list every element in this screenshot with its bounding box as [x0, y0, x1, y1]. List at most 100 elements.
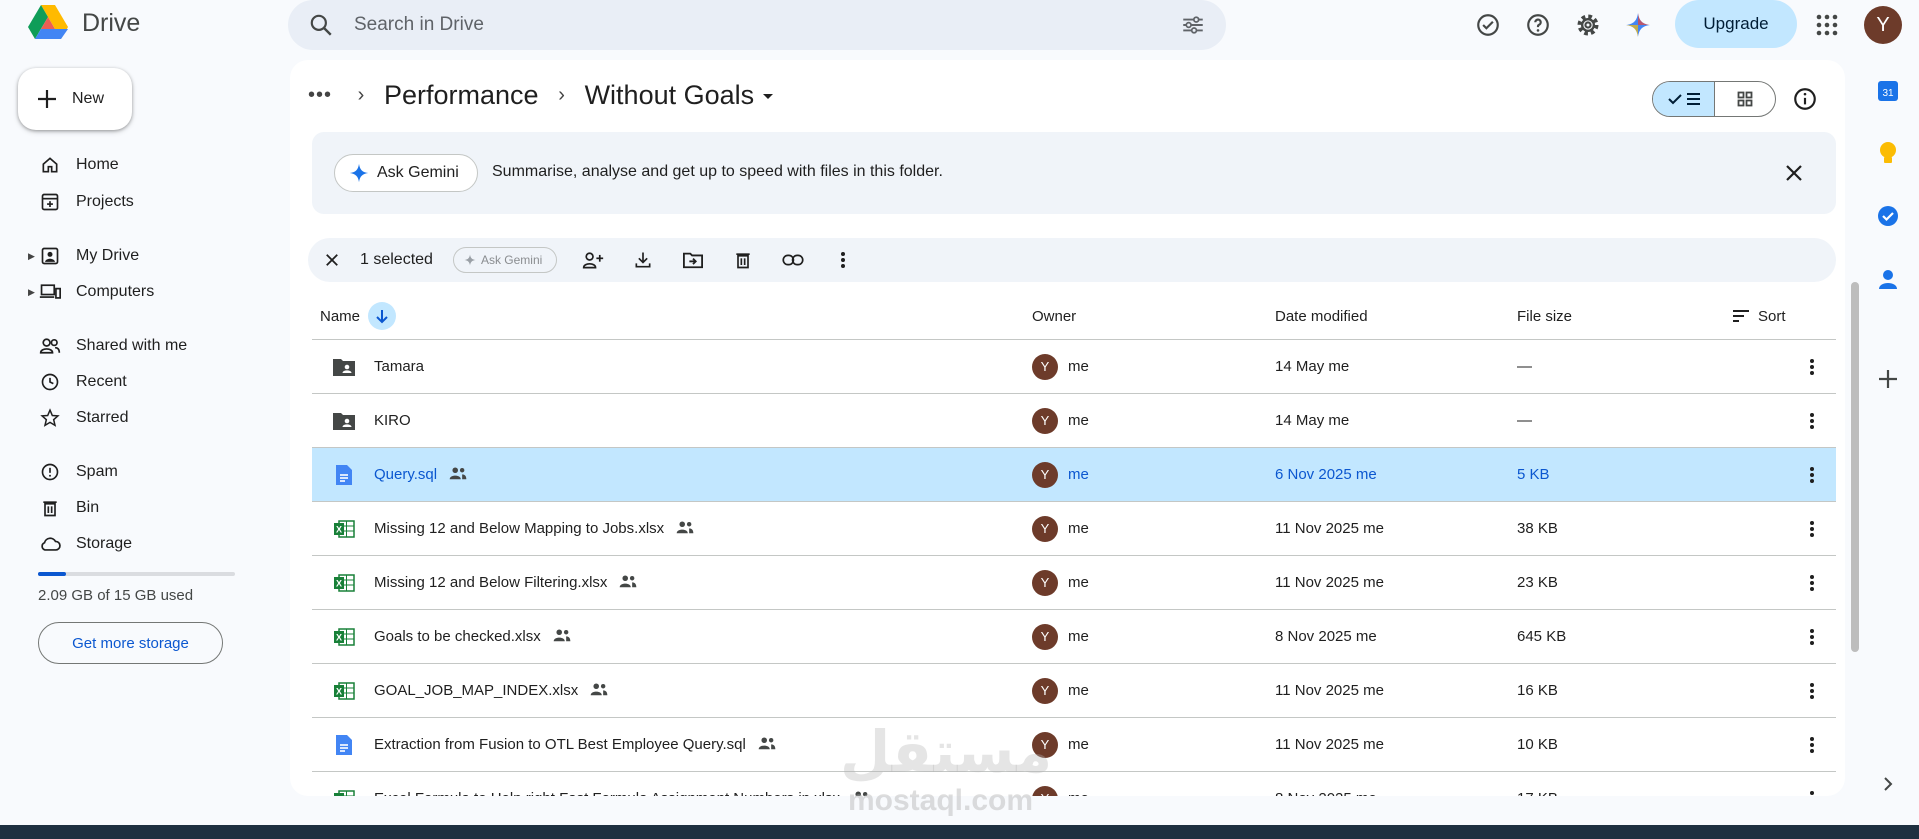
account-avatar[interactable]: Y [1864, 6, 1902, 44]
more-actions-icon[interactable] [1800, 502, 1824, 555]
file-name-cell[interactable]: Missing 12 and Below Mapping to Jobs.xls… [374, 502, 694, 555]
more-actions-icon[interactable] [1800, 610, 1824, 663]
projects-icon [38, 190, 62, 214]
new-button-label: New [72, 90, 105, 107]
keep-bulb-icon[interactable] [1874, 139, 1902, 167]
breadcrumb-current-folder[interactable]: Without Goals [585, 80, 777, 111]
table-row[interactable]: X Excel Formula to Help right Fast Formul… [312, 772, 1836, 796]
move-to-folder-icon[interactable] [679, 246, 707, 274]
more-actions-icon[interactable] [1800, 556, 1824, 609]
file-name-cell[interactable]: Query.sql [374, 448, 467, 501]
my-drive-icon [38, 244, 62, 268]
clear-selection-icon[interactable] [320, 248, 344, 272]
expand-arrow-icon[interactable]: ▶ [28, 287, 36, 298]
os-taskbar [0, 825, 1919, 839]
table-row[interactable]: X Missing 12 and Below Mapping to Jobs.xl… [312, 502, 1836, 556]
shared-people-icon [676, 520, 694, 538]
table-row[interactable]: KIRO Yme 14 May me — [312, 394, 1836, 448]
ask-gemini-button[interactable]: Ask Gemini [334, 154, 478, 192]
more-actions-icon[interactable] [1800, 448, 1824, 501]
calendar-icon[interactable]: 31 [1874, 77, 1902, 105]
more-actions-icon[interactable] [1800, 718, 1824, 771]
storage-meter [38, 572, 235, 576]
file-name-cell[interactable]: Goals to be checked.xlsx [374, 610, 571, 663]
gemini-banner: Ask Gemini Summarise, analyse and get up… [312, 132, 1836, 214]
more-actions-icon[interactable] [1800, 394, 1824, 447]
shared-people-icon [449, 466, 467, 484]
chevron-right-icon[interactable] [1874, 770, 1902, 798]
table-row[interactable]: X Goals to be checked.xlsx Yme 8 Nov 2025 m… [312, 610, 1836, 664]
owner-cell: Yme [1032, 556, 1089, 609]
sort-button[interactable]: Sort [1732, 292, 1786, 340]
search-input[interactable] [354, 14, 1180, 36]
date-modified-cell: 11 Nov 2025 me [1275, 682, 1384, 699]
share-add-person-icon[interactable] [579, 246, 607, 274]
file-name-cell[interactable]: Missing 12 and Below Filtering.xlsx [374, 556, 637, 609]
owner-avatar: Y [1032, 461, 1058, 488]
date-modified-cell: 11 Nov 2025 me [1275, 574, 1384, 591]
copy-link-icon[interactable] [779, 246, 807, 274]
column-owner[interactable]: Owner [1032, 292, 1076, 340]
trash-icon[interactable] [729, 246, 757, 274]
help-icon[interactable] [1518, 5, 1558, 45]
table-row[interactable]: X GOAL_JOB_MAP_INDEX.xlsx Yme 11 Nov 2025 m… [312, 664, 1836, 718]
table-row[interactable]: Extraction from Fusion to OTL Best Emplo… [312, 718, 1836, 772]
get-more-storage-button[interactable]: Get more storage [38, 622, 223, 664]
scrollbar-thumb[interactable] [1851, 282, 1859, 652]
table-row[interactable]: Query.sql Yme 6 Nov 2025 me 5 KB [312, 448, 1836, 502]
more-actions-icon[interactable] [829, 246, 857, 274]
list-view-button[interactable] [1653, 82, 1715, 116]
upgrade-button[interactable]: Upgrade [1675, 0, 1797, 48]
breadcrumb-performance[interactable]: Performance [384, 80, 539, 111]
search-options-icon[interactable] [1180, 12, 1206, 38]
file-name-cell[interactable]: Excel Formula to Help right Fast Formula… [374, 772, 870, 796]
file-size-cell: 645 KB [1517, 628, 1567, 645]
search-bar[interactable] [288, 0, 1226, 50]
column-date-modified[interactable]: Date modified [1275, 292, 1368, 340]
more-actions-icon[interactable] [1800, 340, 1824, 393]
svg-text:X: X [336, 794, 342, 796]
owner-avatar: Y [1032, 785, 1058, 796]
more-actions-icon[interactable] [1800, 664, 1824, 717]
table-row[interactable]: X Missing 12 and Below Filtering.xlsx Yme 1… [312, 556, 1836, 610]
expand-arrow-icon[interactable]: ▶ [28, 251, 36, 262]
column-file-size[interactable]: File size [1517, 292, 1572, 340]
info-icon[interactable] [1792, 86, 1818, 112]
settings-gear-icon[interactable] [1568, 5, 1608, 45]
file-size-cell: 23 KB [1517, 574, 1558, 591]
watermark-latin: mostaql.com [848, 784, 1034, 817]
gemini-spark-icon[interactable] [1618, 5, 1658, 45]
add-addon-plus-icon[interactable] [1874, 365, 1902, 393]
date-modified-cell: 6 Nov 2025 me [1275, 466, 1377, 483]
file-name-cell[interactable]: Extraction from Fusion to OTL Best Emplo… [374, 718, 776, 771]
shared-people-icon [758, 736, 776, 754]
sort-direction-arrow-icon[interactable] [368, 302, 397, 330]
download-icon[interactable] [629, 246, 657, 274]
gemini-spark-icon [349, 163, 369, 183]
grid-view-button[interactable] [1715, 82, 1775, 116]
tasks-icon[interactable] [1874, 202, 1902, 230]
file-name: Missing 12 and Below Mapping to Jobs.xls… [374, 520, 665, 537]
more-folders-icon[interactable]: ••• [308, 84, 338, 107]
sort-lines-icon [1733, 310, 1749, 322]
contacts-icon[interactable] [1874, 265, 1902, 293]
more-actions-icon[interactable] [1800, 772, 1824, 796]
drive-logo-icon [28, 5, 68, 39]
view-toggle[interactable] [1652, 81, 1776, 117]
offline-ready-icon[interactable] [1468, 5, 1508, 45]
file-name-cell[interactable]: KIRO [374, 394, 411, 447]
google-apps-icon[interactable] [1810, 8, 1844, 42]
owner-cell: Yme [1032, 448, 1089, 501]
date-modified-cell: 14 May me [1275, 412, 1350, 429]
file-name-cell[interactable]: GOAL_JOB_MAP_INDEX.xlsx [374, 664, 608, 717]
drive-logo[interactable]: Drive [28, 4, 140, 42]
file-name-cell[interactable]: Tamara [374, 340, 424, 393]
sidebar-item-label: Shared with me [76, 337, 188, 354]
search-icon[interactable] [308, 12, 334, 38]
table-row[interactable]: Tamara Yme 14 May me — [312, 340, 1836, 394]
new-button[interactable]: New [18, 68, 132, 130]
column-name[interactable]: Name [320, 292, 397, 340]
close-icon[interactable] [1782, 161, 1806, 185]
gemini-spark-icon [464, 254, 476, 266]
spreadsheet-file-icon: X [330, 502, 358, 555]
